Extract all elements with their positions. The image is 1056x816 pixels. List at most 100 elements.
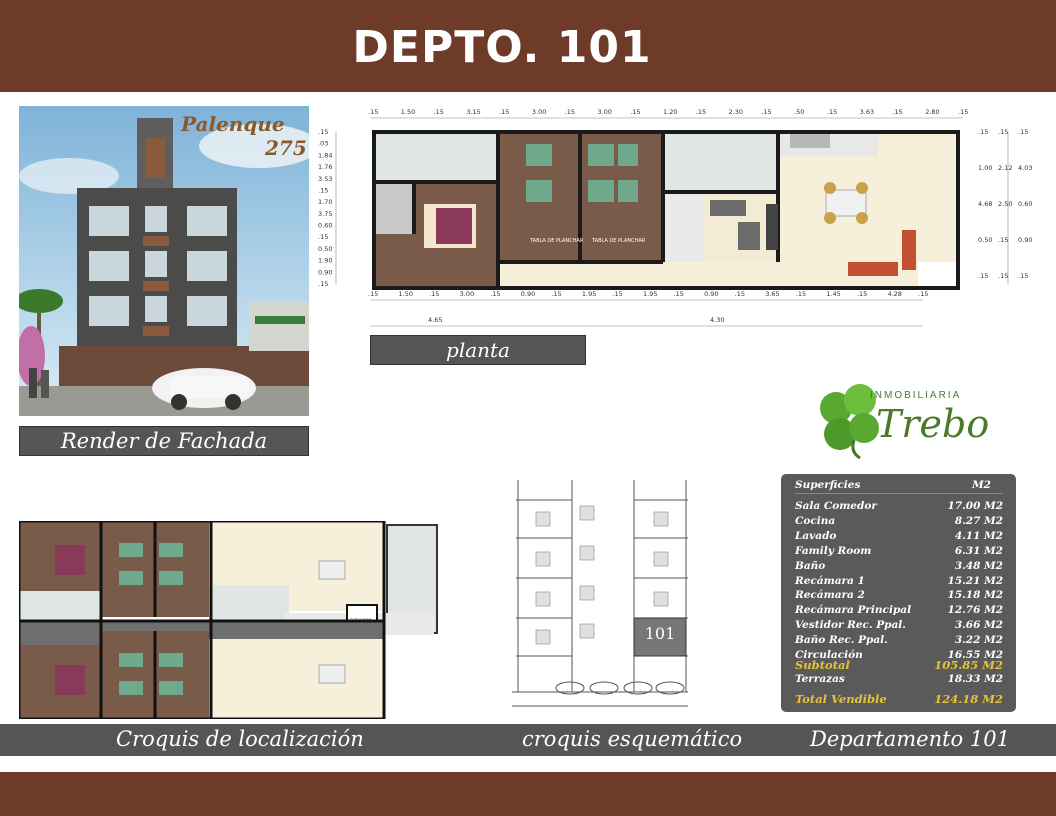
dimension-label: .15: [318, 280, 328, 288]
dimension-label: 3.75: [318, 210, 332, 218]
dimension-label: 4.03: [1018, 164, 1032, 172]
dimension-label: 4.28: [887, 290, 901, 298]
area-name: Recámara Principal: [795, 604, 912, 617]
dimension-label: .15: [551, 290, 561, 298]
area-value: 3.66 M2: [954, 619, 1003, 632]
dimension-label: 1.45: [826, 290, 840, 298]
dimension-label: 0.90: [521, 290, 535, 298]
areas-subtotal-name: Subtotal: [795, 658, 850, 672]
dimension-label: 1.84: [318, 151, 332, 159]
table-row: Baño 3.48 M2: [795, 560, 1003, 574]
dimension-label: 2.50: [998, 200, 1012, 208]
dimension-label: 1.95: [582, 290, 596, 298]
facade-caption: Render de Fachada: [19, 426, 309, 456]
area-value: 3.22 M2: [954, 634, 1003, 647]
dimension-label: .15: [978, 272, 988, 280]
logo-name: Trebol: [876, 402, 990, 446]
facade-render: Palenque 275: [19, 106, 309, 416]
area-name: Baño: [795, 559, 826, 572]
dimension-label: .15: [318, 186, 328, 194]
footer-band: [0, 772, 1056, 816]
dimension-label: .15: [761, 108, 771, 116]
dimension-label: 1.00: [978, 164, 992, 172]
areas-terraces-name: Terrazas: [795, 673, 845, 685]
dimension-label: .15: [958, 108, 968, 116]
dimension-label: 1.90: [318, 257, 332, 265]
areas-header-name: Superficies: [795, 479, 861, 491]
schematic-section: 101: [508, 476, 692, 720]
dimension-label: .15: [827, 108, 837, 116]
table-row: Family Room 6.31 M2: [795, 545, 1003, 559]
facade-sign-name: Palenque: [181, 112, 285, 136]
area-name: Baño Rec. Ppal.: [795, 634, 888, 647]
unit-caption: Departamento 101: [810, 727, 1010, 751]
dimension-label: 3.63: [860, 108, 874, 116]
dimension-label: 2.80: [925, 108, 939, 116]
dimension-label: .15: [429, 290, 439, 298]
dimension-label: 1.70: [318, 198, 332, 206]
dimension-label: 0.90: [704, 290, 718, 298]
dimension-label: 0.60: [318, 222, 332, 230]
dimension-label: 1.50: [401, 108, 415, 116]
areas-total-value: 124.18 M2: [934, 692, 1003, 706]
dim-total-1: 4.65: [428, 316, 442, 324]
area-value: 4.11 M2: [954, 529, 1003, 542]
dimension-label: .50: [794, 108, 804, 116]
dimension-label: 3.00: [460, 290, 474, 298]
dimension-label: 1.76: [318, 163, 332, 171]
floor-plan: TABLA DE PLANCHAR TABLA DE PLANCHAR .15 1…: [318, 104, 1042, 334]
area-value: 3.48 M2: [954, 559, 1003, 572]
company-logo: INMOBILIARIA Trebol: [814, 380, 990, 460]
area-value: 6.31 M2: [954, 544, 1003, 557]
dimension-label: .15: [998, 236, 1008, 244]
dimension-label: 4.68: [978, 200, 992, 208]
area-name: Vestidor Rec. Ppal.: [795, 619, 906, 632]
areas-total-name: Total Vendible: [795, 692, 887, 706]
dimension-label: .15: [499, 108, 509, 116]
schematic-drawing: [512, 480, 688, 707]
schematic-caption: croquis esquemático: [522, 727, 743, 751]
dimension-label: .15: [674, 290, 684, 298]
logo-top-text: INMOBILIARIA: [870, 390, 962, 401]
dimension-label: 0.90: [318, 268, 332, 276]
table-row: Cocina 8.27 M2: [795, 515, 1003, 529]
table-row: Recámara 1 15.21 M2: [795, 575, 1003, 589]
dimension-label: .15: [735, 290, 745, 298]
area-name: Family Room: [795, 544, 872, 557]
areas-total-row: Total Vendible 124.18 M2: [795, 692, 1003, 706]
dimension-label: .15: [318, 233, 328, 241]
area-name: Cocina: [795, 514, 836, 527]
area-value: 8.27 M2: [954, 514, 1003, 527]
dimension-label: 3.65: [765, 290, 779, 298]
area-name: Recámara 2: [795, 589, 865, 602]
area-name: Sala Comedor: [795, 500, 877, 512]
areas-terraces-row: Terrazas 18.33 M2: [795, 673, 1003, 687]
dimension-label: 1.20: [663, 108, 677, 116]
floor-plan-room-label: TABLA DE PLANCHAR: [529, 238, 584, 244]
dimension-label: 3.53: [318, 175, 332, 183]
area-name: Lavado: [795, 529, 837, 542]
dimension-label: 0.50: [318, 245, 332, 253]
dimension-label: .15: [892, 108, 902, 116]
facade-sign: Palenque 275: [181, 112, 307, 160]
areas-terraces-value: 18.33 M2: [947, 673, 1003, 685]
dimension-label: 1.50: [399, 290, 413, 298]
dimension-label: .15: [565, 108, 575, 116]
dimension-label: .03: [318, 140, 328, 148]
dimension-label: 3.15: [466, 108, 480, 116]
areas-table: Superficies M2 Sala Comedor 17.00 M2 Cocin…: [781, 474, 1016, 712]
dimension-label: .15: [490, 290, 500, 298]
dimension-label: .15: [368, 108, 378, 116]
areas-header-unit: M2: [972, 479, 991, 491]
dimension-label: .15: [918, 290, 928, 298]
areas-subtotal-row: Subtotal 105.85 M2: [795, 658, 1003, 672]
dimension-label: .15: [318, 128, 328, 136]
page-title: DEPTO. 101: [352, 22, 652, 73]
location-sketch: ELEVADOR: [19, 521, 439, 719]
floor-plan-room-label: TABLA DE PLANCHAR: [591, 238, 646, 244]
table-row: Baño Rec. Ppal. 3.22 M2: [795, 634, 1003, 648]
area-value: 17.00 M2: [947, 500, 1003, 512]
schematic-unit-label: 101: [644, 624, 676, 643]
dimension-label: 1.95: [643, 290, 657, 298]
table-row: Recámara Principal 12.76 M2: [795, 604, 1003, 618]
